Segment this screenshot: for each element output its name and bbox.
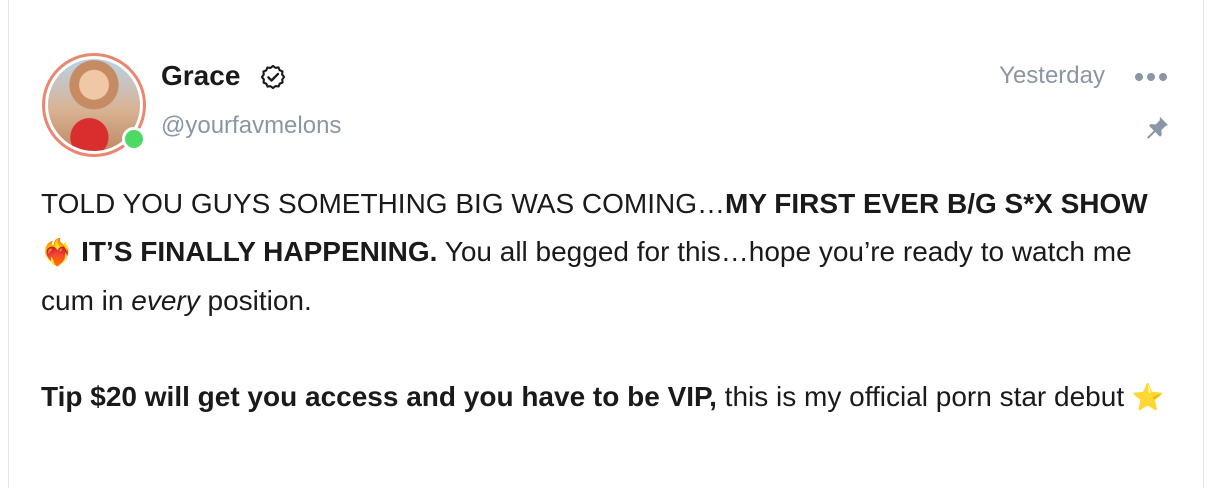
paragraph-1-bold-1: MY FIRST EVER B/G S*X SHOW <box>725 188 1148 219</box>
verified-badge-icon <box>260 64 286 90</box>
heart-on-fire-emoji: ❤️‍🔥 <box>41 238 74 268</box>
author-name[interactable]: Grace <box>161 60 240 92</box>
paragraph-1-text: TOLD YOU GUYS SOMETHING BIG WAS COMING… <box>41 188 726 219</box>
pin-icon[interactable] <box>1143 114 1171 142</box>
star-emoji: ⭐ <box>1131 383 1165 413</box>
post-body: TOLD YOU GUYS SOMETHING BIG WAS COMING…M… <box>41 180 1181 422</box>
avatar[interactable] <box>42 53 146 157</box>
author-handle[interactable]: @yourfavmelons <box>161 112 341 140</box>
post-paragraph-2: Tip $20 will get you access and you have… <box>41 373 1181 422</box>
online-status-dot <box>122 127 146 151</box>
more-dots-icon[interactable] <box>1131 63 1171 91</box>
paragraph-1-italic: every <box>131 285 200 316</box>
paragraph-2-bold: Tip $20 will get you access and you have… <box>41 381 717 412</box>
post-timestamp: Yesterday <box>999 62 1105 89</box>
post-paragraph-1: TOLD YOU GUYS SOMETHING BIG WAS COMING…M… <box>41 180 1181 325</box>
paragraph-1-bold-2: IT’S FINALLY HAPPENING. <box>81 236 438 267</box>
paragraph-2-text: this is my official porn star debut <box>716 381 1132 412</box>
post-card: Grace @yourfavmelons Yesterday TOLD YOU … <box>8 0 1204 488</box>
paragraph-1-text-3: position. <box>199 285 312 316</box>
